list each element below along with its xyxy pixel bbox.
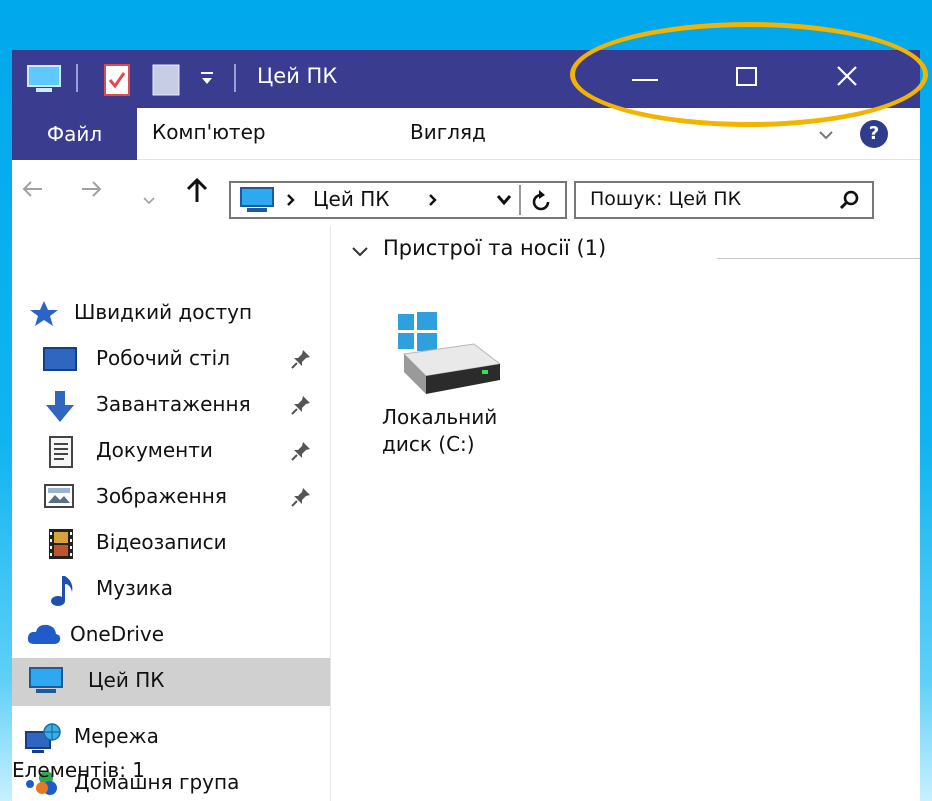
- tab-file[interactable]: Файл: [12, 108, 137, 160]
- cloud-icon: [26, 620, 61, 652]
- computer-icon[interactable]: [26, 64, 62, 98]
- back-button[interactable]: [20, 176, 46, 209]
- nav-label: Зображення: [96, 484, 227, 508]
- forward-arrow-icon: [82, 181, 102, 197]
- navigation-pane: Швидкий доступ Робочий стіл Завантаження: [12, 226, 330, 801]
- nav-onedrive[interactable]: OneDrive: [12, 614, 330, 658]
- address-separator: [519, 185, 521, 215]
- address-toolbar: Цей ПК Пошук: Цей ПК: [12, 160, 920, 226]
- nav-label: Мережа: [74, 724, 159, 748]
- breadcrumb-chevron-icon[interactable]: [427, 191, 439, 213]
- close-button[interactable]: [802, 50, 892, 104]
- nav-label: OneDrive: [70, 622, 165, 646]
- nav-videos[interactable]: Відеозаписи: [12, 522, 330, 566]
- title-separator: [76, 64, 78, 92]
- nav-label: Музика: [96, 576, 174, 600]
- status-item-count: Елементів: 1: [12, 758, 146, 782]
- computer-icon: [28, 666, 63, 698]
- local-disk-icon: [392, 310, 502, 402]
- nav-desktop[interactable]: Робочий стіл: [12, 338, 330, 382]
- star-icon: [28, 298, 62, 330]
- maximize-icon: [736, 67, 757, 86]
- nav-downloads[interactable]: Завантаження: [12, 384, 330, 428]
- help-icon[interactable]: ?: [860, 120, 888, 148]
- pin-icon[interactable]: [290, 348, 312, 374]
- drive-label: Локальний диск (C:): [382, 404, 532, 458]
- chevron-down-icon[interactable]: [351, 244, 369, 263]
- minimize-button[interactable]: [600, 50, 690, 104]
- computer-icon: [239, 186, 275, 218]
- desktop-icon: [42, 344, 77, 376]
- nav-pictures[interactable]: Зображення: [12, 476, 330, 520]
- download-arrow-icon: [42, 390, 76, 422]
- recent-locations-button[interactable]: [142, 184, 156, 214]
- nav-label: Цей ПК: [88, 668, 165, 692]
- drive-label-line: диск (C:): [382, 432, 475, 456]
- document-icon: [48, 436, 82, 468]
- nav-quick-access[interactable]: Швидкий доступ: [12, 292, 330, 336]
- nav-documents[interactable]: Документи: [12, 430, 330, 474]
- drive-item-c[interactable]: Локальний диск (C:): [382, 306, 532, 486]
- back-arrow-icon: [22, 181, 42, 197]
- group-header[interactable]: Пристрої та носії (1): [383, 236, 606, 260]
- nav-label: Швидкий доступ: [74, 300, 253, 324]
- nav-label: Документи: [96, 438, 213, 462]
- breadcrumb-this-pc[interactable]: Цей ПК: [313, 187, 389, 211]
- ribbon-expand-icon[interactable]: [818, 126, 834, 145]
- title-separator: [234, 64, 236, 92]
- drive-label-line: Локальний: [382, 405, 498, 429]
- refresh-icon[interactable]: [531, 188, 553, 216]
- search-box[interactable]: Пошук: Цей ПК: [574, 181, 874, 219]
- picture-icon: [44, 482, 78, 514]
- up-button[interactable]: [184, 176, 210, 211]
- network-icon: [24, 722, 61, 754]
- close-icon: [837, 66, 857, 86]
- search-icon[interactable]: [838, 189, 860, 215]
- address-history-icon[interactable]: [495, 192, 513, 212]
- title-bar: Цей ПК: [12, 50, 920, 108]
- explorer-window: Цей ПК Файл Комп'ютер Вигляд ? Цей ПК По…: [12, 50, 920, 801]
- breadcrumb-chevron-icon[interactable]: [285, 191, 297, 213]
- pin-icon[interactable]: [290, 486, 312, 512]
- up-arrow-icon: [186, 177, 208, 202]
- search-input[interactable]: Пошук: Цей ПК: [590, 188, 741, 210]
- nav-network[interactable]: Мережа: [12, 716, 330, 760]
- music-note-icon: [48, 574, 82, 606]
- pin-icon[interactable]: [290, 440, 312, 466]
- new-folder-icon[interactable]: [152, 64, 180, 100]
- nav-label: Робочий стіл: [96, 346, 231, 370]
- tab-computer[interactable]: Комп'ютер: [152, 120, 266, 144]
- address-box[interactable]: Цей ПК: [229, 181, 567, 219]
- nav-music[interactable]: Музика: [12, 568, 330, 612]
- film-icon: [48, 528, 82, 560]
- group-divider: [717, 258, 920, 259]
- window-title: Цей ПК: [257, 64, 338, 88]
- nav-label: Відеозаписи: [96, 530, 227, 554]
- maximize-button[interactable]: [702, 50, 792, 104]
- minimize-icon: [632, 79, 658, 81]
- forward-button[interactable]: [78, 176, 104, 209]
- pin-icon[interactable]: [290, 394, 312, 420]
- properties-icon[interactable]: [104, 64, 130, 100]
- quick-access-dropdown-icon[interactable]: [200, 68, 214, 92]
- content-pane: Пристрої та носії (1) Локальний диск (C:…: [337, 226, 920, 801]
- chevron-down-icon: [143, 197, 155, 205]
- nav-label: Завантаження: [96, 392, 251, 416]
- nav-this-pc[interactable]: Цей ПК: [12, 658, 330, 706]
- pane-divider[interactable]: [330, 226, 331, 801]
- tab-view[interactable]: Вигляд: [410, 120, 486, 144]
- ribbon: Файл Комп'ютер Вигляд ?: [12, 108, 920, 160]
